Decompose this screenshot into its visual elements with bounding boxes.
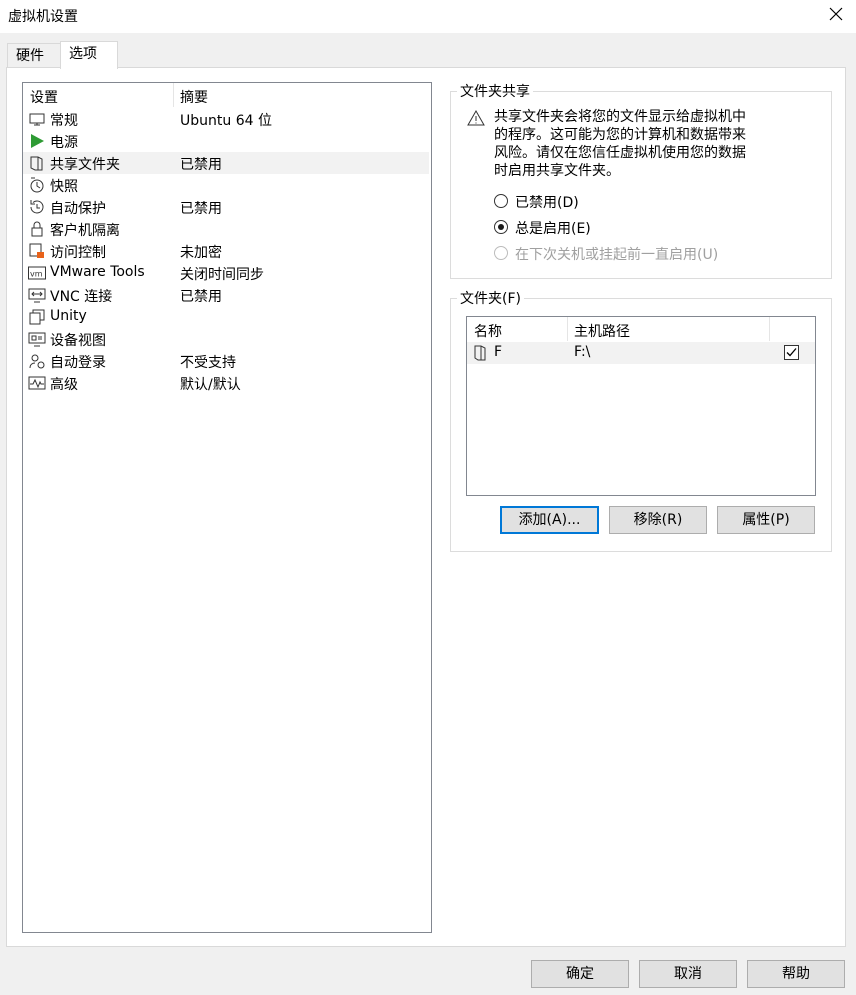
folder-properties-button[interactable]: 属性(P) bbox=[717, 506, 815, 534]
settings-item-summary: 已禁用 bbox=[180, 201, 222, 217]
settings-item-advanced[interactable]: 高级 默认/默认 bbox=[23, 372, 429, 394]
add-folder-button[interactable]: 添加(A)... bbox=[500, 506, 599, 534]
settings-item-summary: Ubuntu 64 位 bbox=[180, 113, 272, 129]
warning-line: 共享文件夹会将您的文件显示给虚拟机中 bbox=[494, 109, 746, 125]
settings-item-label: 访问控制 bbox=[50, 245, 106, 261]
settings-item-label: VNC 连接 bbox=[50, 289, 113, 305]
settings-item-summary: 不受支持 bbox=[180, 355, 236, 371]
col-path-header[interactable]: 主机路径 bbox=[574, 321, 630, 341]
autoprotect-icon bbox=[30, 200, 44, 214]
warning-line: 的程序。这可能为您的计算机和数据带来 bbox=[494, 127, 746, 143]
folder-sharing-group: 文件夹共享 共享文件夹会将您的文件显示给虚拟机中 的程序。这可能为您的计算机和数… bbox=[450, 81, 832, 279]
general-icon bbox=[29, 113, 45, 126]
warning-icon bbox=[467, 110, 485, 126]
folder-path: F:\ bbox=[574, 344, 591, 360]
settings-item-shared-folders[interactable]: 共享文件夹 已禁用 bbox=[23, 152, 429, 174]
col-name-header[interactable]: 名称 bbox=[474, 321, 502, 341]
window-title: 虚拟机设置 bbox=[8, 9, 78, 25]
shared-folder-icon bbox=[30, 156, 43, 171]
folder-table[interactable]: 名称 主机路径 F F:\ bbox=[466, 316, 816, 496]
vmware-tools-icon: vm bbox=[28, 266, 46, 280]
settings-item-vnc[interactable]: VNC 连接 已禁用 bbox=[23, 284, 429, 306]
settings-item-device-view[interactable]: 设备视图 bbox=[23, 328, 429, 350]
snapshot-icon bbox=[30, 177, 44, 193]
remove-folder-button[interactable]: 移除(R) bbox=[609, 506, 707, 534]
unity-icon bbox=[29, 309, 45, 325]
settings-item-label: 设备视图 bbox=[50, 333, 106, 349]
warning-line: 时启用共享文件夹。 bbox=[494, 163, 620, 179]
settings-item-unity[interactable]: Unity bbox=[23, 306, 429, 328]
ok-button[interactable]: 确定 bbox=[531, 960, 629, 988]
settings-item-label: 电源 bbox=[50, 135, 78, 151]
settings-item-power[interactable]: 电源 bbox=[23, 130, 429, 152]
warning-text: 共享文件夹会将您的文件显示给虚拟机中 的程序。这可能为您的计算机和数据带来 风险… bbox=[494, 108, 794, 180]
settings-item-snapshots[interactable]: 快照 bbox=[23, 174, 429, 196]
settings-item-label: 高级 bbox=[50, 377, 78, 393]
settings-item-label: 共享文件夹 bbox=[50, 157, 120, 173]
settings-item-summary: 关闭时间同步 bbox=[180, 267, 264, 283]
tab-strip: 硬件 选项 bbox=[0, 33, 856, 69]
header-divider[interactable] bbox=[173, 83, 174, 107]
vnc-icon bbox=[28, 288, 46, 303]
radio-button[interactable] bbox=[494, 194, 508, 208]
advanced-icon bbox=[28, 376, 46, 390]
header-divider[interactable] bbox=[769, 317, 770, 341]
settings-item-autoprotect[interactable]: 自动保护 已禁用 bbox=[23, 196, 429, 218]
folders-title: 文件夹(F) bbox=[457, 288, 524, 308]
cancel-button[interactable]: 取消 bbox=[639, 960, 737, 988]
checkmark-icon bbox=[786, 348, 797, 357]
settings-item-general[interactable]: 常规 Ubuntu 64 位 bbox=[23, 108, 429, 130]
radio-label: 在下次关机或挂起前一直启用(U) bbox=[515, 247, 719, 263]
close-icon bbox=[829, 7, 843, 21]
header-setting[interactable]: 设置 bbox=[30, 87, 58, 107]
header-summary[interactable]: 摘要 bbox=[180, 87, 208, 107]
title-bar: 虚拟机设置 bbox=[0, 0, 856, 33]
tab-hardware[interactable]: 硬件 bbox=[7, 43, 61, 67]
radio-label[interactable]: 总是启用(E) bbox=[515, 218, 591, 238]
folder-enabled-checkbox[interactable] bbox=[784, 345, 799, 360]
warning-line: 风险。请仅在您信任虚拟机使用您的数据 bbox=[494, 145, 746, 161]
help-button[interactable]: 帮助 bbox=[747, 960, 845, 988]
list-header: 设置 摘要 bbox=[23, 83, 431, 107]
settings-item-summary: 默认/默认 bbox=[180, 377, 241, 393]
power-icon bbox=[31, 134, 44, 148]
radio-button[interactable] bbox=[494, 220, 508, 234]
settings-item-label: VMware Tools bbox=[50, 264, 145, 280]
settings-item-label: 自动保护 bbox=[50, 201, 106, 217]
close-button[interactable] bbox=[816, 0, 856, 30]
radio-button bbox=[494, 246, 508, 260]
settings-item-label: 客户机隔离 bbox=[50, 223, 120, 239]
settings-item-isolation[interactable]: 客户机隔离 bbox=[23, 218, 429, 240]
svg-text:vm: vm bbox=[30, 270, 43, 279]
settings-item-summary: 未加密 bbox=[180, 245, 222, 261]
settings-item-label: 自动登录 bbox=[50, 355, 106, 371]
settings-item-summary: 已禁用 bbox=[180, 157, 222, 173]
settings-item-label: 常规 bbox=[50, 113, 78, 129]
autologin-icon bbox=[29, 354, 45, 369]
access-control-icon bbox=[29, 243, 44, 258]
settings-list[interactable]: 设置 摘要 常规 Ubuntu 64 位 电源 共享文件夹 已禁用 快照 自动保… bbox=[22, 82, 432, 933]
shared-folder-icon bbox=[474, 345, 486, 361]
settings-item-label: 快照 bbox=[50, 179, 78, 195]
settings-item-access-control[interactable]: 访问控制 未加密 bbox=[23, 240, 429, 262]
settings-item-summary: 已禁用 bbox=[180, 289, 222, 305]
folder-row[interactable]: F F:\ bbox=[467, 342, 815, 364]
folder-sharing-title: 文件夹共享 bbox=[457, 81, 533, 101]
header-divider[interactable] bbox=[567, 317, 568, 341]
lock-icon bbox=[31, 221, 43, 237]
settings-item-label: Unity bbox=[50, 308, 87, 324]
radio-label[interactable]: 已禁用(D) bbox=[515, 192, 579, 212]
device-view-icon bbox=[28, 332, 46, 347]
settings-item-autologin[interactable]: 自动登录 不受支持 bbox=[23, 350, 429, 372]
settings-item-vmware-tools[interactable]: vm VMware Tools 关闭时间同步 bbox=[23, 262, 429, 284]
folder-name: F bbox=[494, 344, 503, 360]
tab-options[interactable]: 选项 bbox=[60, 41, 118, 69]
folder-table-header: 名称 主机路径 bbox=[467, 317, 815, 341]
